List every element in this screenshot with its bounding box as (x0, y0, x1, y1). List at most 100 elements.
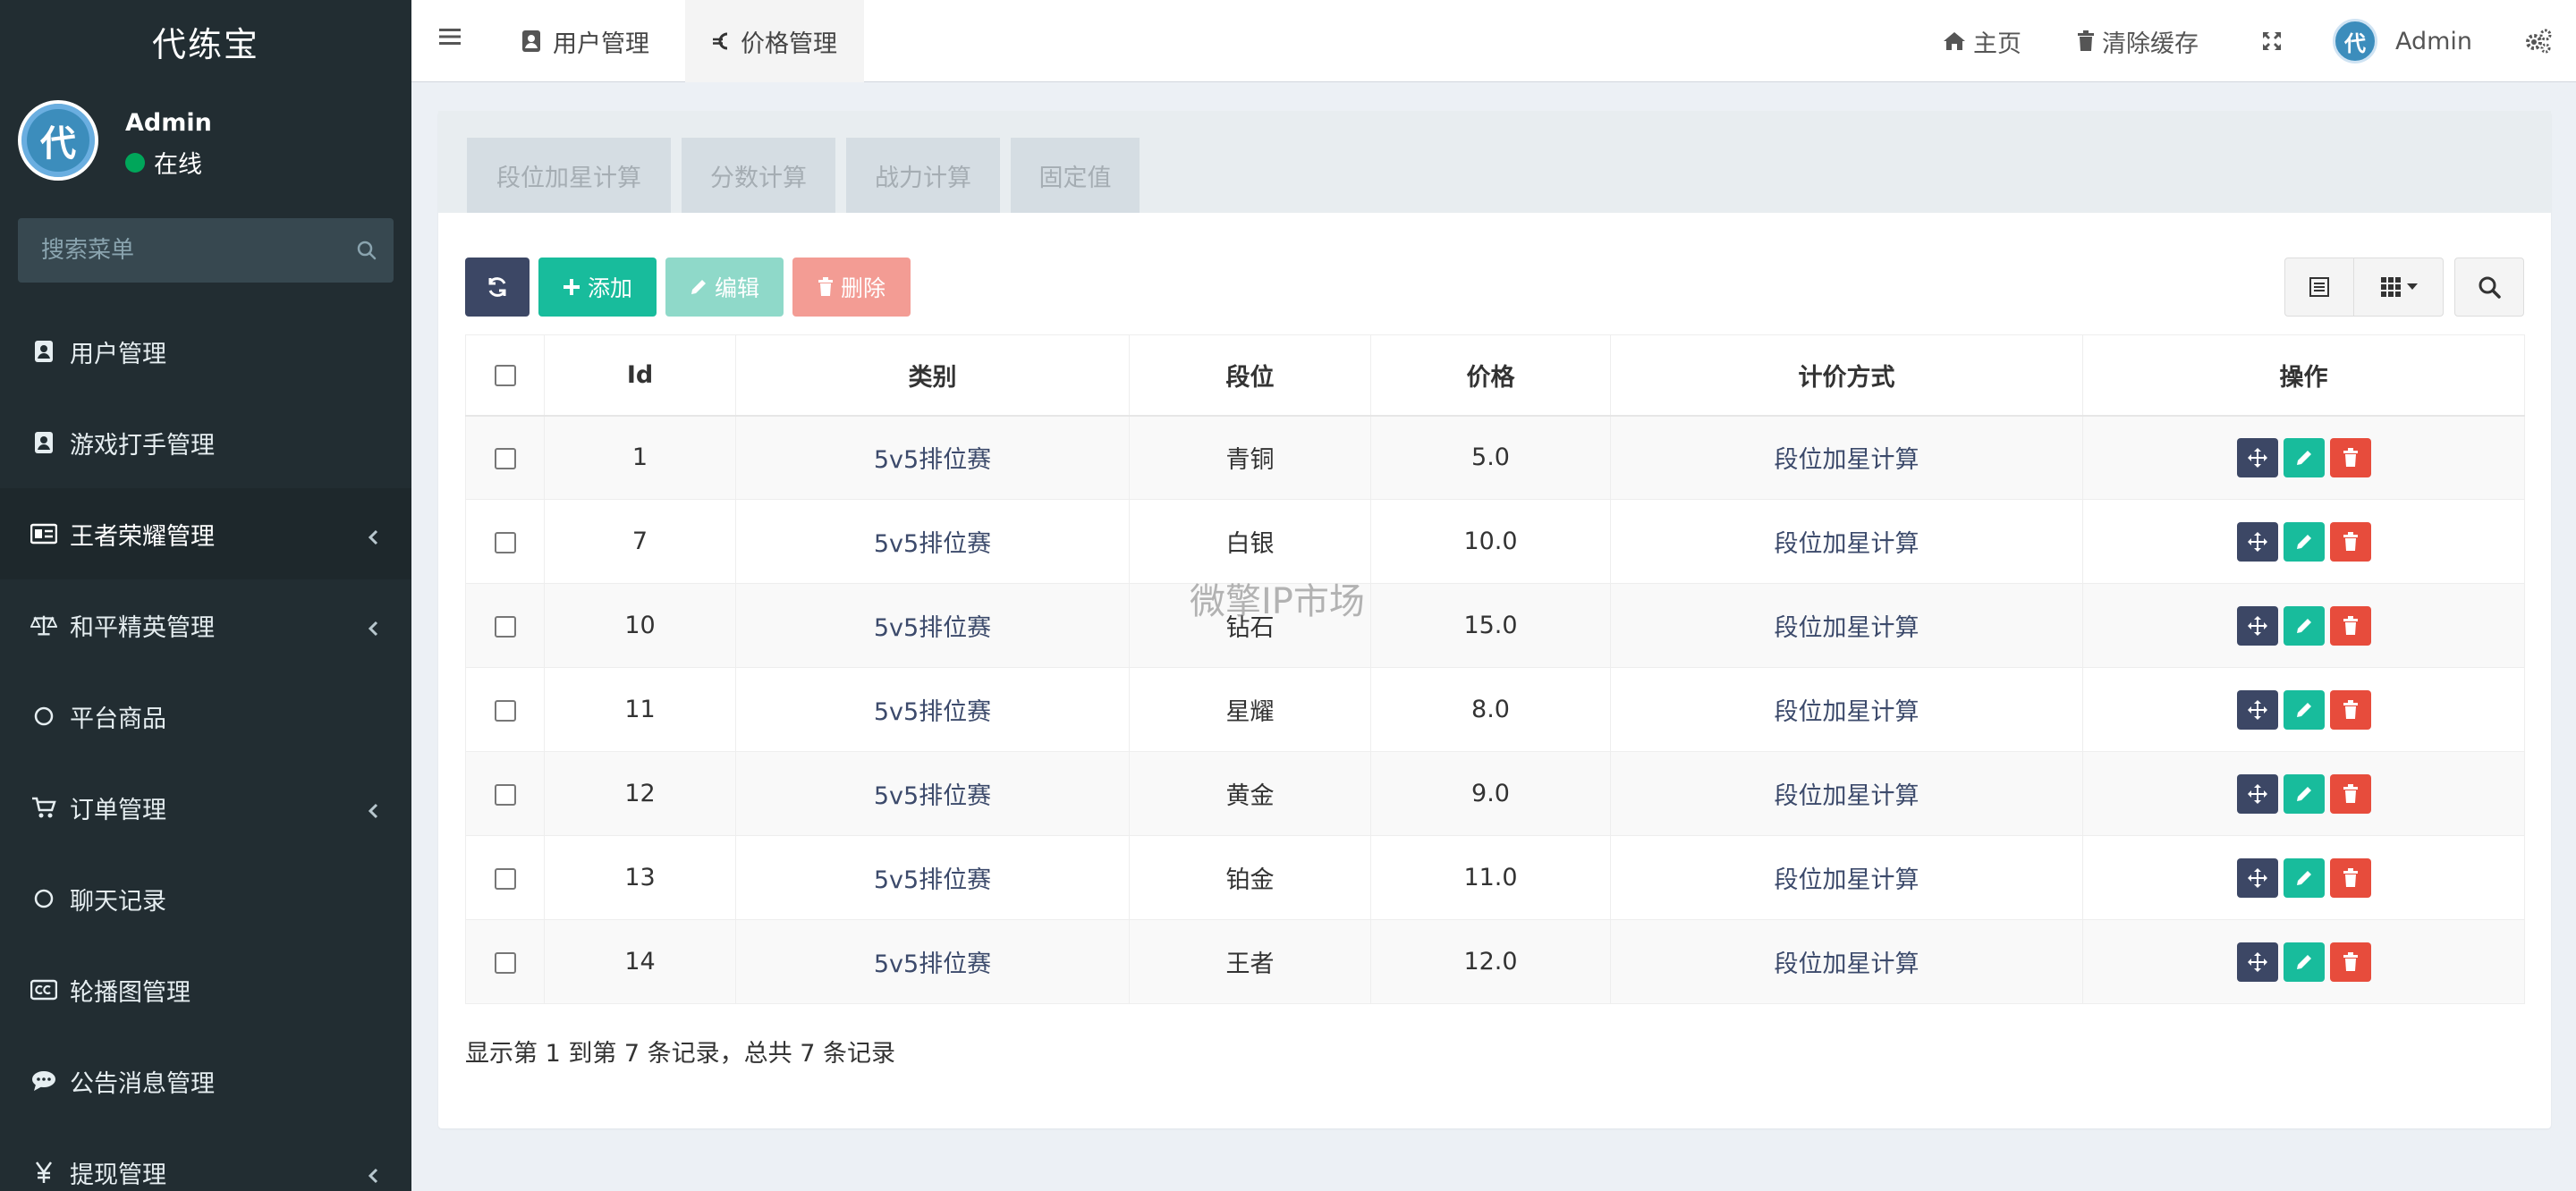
cell-category[interactable]: 5v5排位赛 (735, 499, 1130, 584)
home-link[interactable]: 主页 (1943, 0, 2021, 82)
column-header-category[interactable]: 类别 (735, 334, 1130, 417)
row-checkbox[interactable] (494, 447, 516, 469)
cell-category[interactable]: 5v5排位赛 (735, 751, 1130, 836)
tab-user-management[interactable]: 用户管理 (521, 0, 664, 82)
drag-row-button[interactable] (2236, 773, 2278, 814)
table-row[interactable]: 14 5v5排位赛 王者 12.0 段位加星计算 (465, 919, 2525, 1004)
sidebar-item-honor-of-kings[interactable]: 王者荣耀管理 (0, 488, 411, 579)
cell-category[interactable]: 5v5排位赛 (735, 667, 1130, 752)
drag-row-button[interactable] (2236, 689, 2278, 730)
delete-row-button[interactable] (2329, 521, 2371, 562)
edit-row-button[interactable] (2283, 605, 2325, 646)
row-checkbox[interactable] (494, 699, 516, 722)
column-header-method[interactable]: 计价方式 (1610, 334, 2083, 417)
cell-price: 12.0 (1370, 919, 1611, 1004)
sidebar-item-gamer-management[interactable]: 游戏打手管理 (0, 397, 411, 488)
drag-row-button[interactable] (2236, 942, 2278, 982)
sidebar-item-withdraw-management[interactable]: 提现管理 (0, 1127, 411, 1191)
add-button[interactable]: 添加 (538, 258, 657, 317)
table-row[interactable]: 1 5v5排位赛 青铜 5.0 段位加星计算 (465, 415, 2525, 500)
settings-button[interactable] (2524, 0, 2553, 82)
cell-method[interactable]: 段位加星计算 (1610, 919, 2083, 1004)
drag-row-button[interactable] (2236, 605, 2278, 646)
sidebar-menu: 用户管理 游戏打手管理 王者荣耀管理 和平精英管理 平台商品 订单管理 聊天记录… (0, 306, 411, 1191)
cell-method[interactable]: 段位加星计算 (1610, 415, 2083, 500)
row-checkbox[interactable] (494, 951, 516, 974)
edit-row-button[interactable] (2283, 942, 2325, 982)
table-row[interactable]: 11 5v5排位赛 星耀 8.0 段位加星计算 (465, 667, 2525, 752)
sidebar-item-user-management[interactable]: 用户管理 (0, 306, 411, 397)
cell-id: 13 (544, 835, 736, 920)
cell-method[interactable]: 段位加星计算 (1610, 835, 2083, 920)
table-row[interactable]: 13 5v5排位赛 铂金 11.0 段位加星计算 (465, 835, 2525, 920)
tab-score[interactable]: 分数计算 (682, 138, 835, 213)
delete-row-button[interactable] (2329, 857, 2371, 898)
delete-button[interactable]: 删除 (792, 258, 911, 317)
home-icon (1943, 31, 1966, 51)
row-checkbox[interactable] (494, 867, 516, 890)
search-icon[interactable] (340, 240, 394, 261)
cell-category[interactable]: 5v5排位赛 (735, 583, 1130, 668)
cell-category[interactable]: 5v5排位赛 (735, 835, 1130, 920)
cell-method[interactable]: 段位加星计算 (1610, 667, 2083, 752)
drag-row-button[interactable] (2236, 521, 2278, 562)
delete-row-button[interactable] (2329, 773, 2371, 814)
edit-row-button[interactable] (2283, 689, 2325, 730)
columns-dropdown-button[interactable] (2354, 258, 2444, 317)
column-header-rank[interactable]: 段位 (1129, 334, 1371, 417)
edit-row-button[interactable] (2283, 773, 2325, 814)
table-search-button[interactable] (2454, 258, 2524, 317)
cell-method[interactable]: 段位加星计算 (1610, 751, 2083, 836)
clear-cache-button[interactable]: 清除缓存 (2077, 0, 2199, 82)
delete-row-button[interactable] (2329, 689, 2371, 730)
tab-price-management[interactable]: 价格管理 (685, 0, 864, 82)
cell-method[interactable]: 段位加星计算 (1610, 499, 2083, 584)
tab-power[interactable]: 战力计算 (846, 138, 1000, 213)
sidebar-item-carousel-management[interactable]: 轮播图管理 (0, 944, 411, 1035)
select-all-checkbox[interactable] (494, 365, 516, 387)
sidebar-item-order-management[interactable]: 订单管理 (0, 762, 411, 853)
menu-search-input[interactable] (18, 236, 340, 265)
id-card-icon (30, 520, 57, 547)
cell-id: 7 (544, 499, 736, 584)
cell-category[interactable]: 5v5排位赛 (735, 919, 1130, 1004)
table-row[interactable]: 12 5v5排位赛 黄金 9.0 段位加星计算 (465, 751, 2525, 836)
sidebar-item-platform-goods[interactable]: 平台商品 (0, 671, 411, 762)
arrows-move-icon (2247, 615, 2267, 636)
drag-row-button[interactable] (2236, 857, 2278, 898)
column-header-id[interactable]: Id (544, 334, 736, 417)
column-header-price[interactable]: 价格 (1370, 334, 1611, 417)
sidebar-item-notice-management[interactable]: 公告消息管理 (0, 1035, 411, 1127)
delete-row-button[interactable] (2329, 942, 2371, 982)
trash-icon (2343, 867, 2358, 887)
toggle-view-button[interactable] (2284, 258, 2354, 317)
row-checkbox[interactable] (494, 531, 516, 553)
delete-row-button[interactable] (2329, 605, 2371, 646)
tab-fixed-value[interactable]: 固定值 (1011, 138, 1140, 213)
edit-button[interactable]: 编辑 (665, 258, 784, 317)
delete-row-button[interactable] (2329, 437, 2371, 477)
edit-label: 编辑 (714, 275, 759, 301)
plus-icon (563, 278, 580, 296)
cell-method[interactable]: 段位加星计算 (1610, 583, 2083, 668)
fullscreen-button[interactable] (2261, 0, 2283, 82)
edit-row-button[interactable] (2283, 857, 2325, 898)
row-select-cell (465, 835, 545, 920)
drag-row-button[interactable] (2236, 437, 2278, 477)
row-checkbox[interactable] (494, 615, 516, 638)
edit-row-button[interactable] (2283, 437, 2325, 477)
user-menu[interactable]: 代 Admin (2333, 0, 2472, 82)
arrows-move-icon (2247, 951, 2267, 972)
tab-rank-star[interactable]: 段位加星计算 (467, 138, 671, 213)
sidebar-item-peace-elite[interactable]: 和平精英管理 (0, 579, 411, 671)
row-checkbox[interactable] (494, 783, 516, 806)
edit-row-button[interactable] (2283, 521, 2325, 562)
sidebar-item-chat-records[interactable]: 聊天记录 (0, 853, 411, 944)
table-row[interactable]: 7 5v5排位赛 白银 10.0 段位加星计算 (465, 499, 2525, 584)
app-logo[interactable]: 代练宝 (0, 0, 411, 82)
hamburger-menu-icon[interactable] (438, 25, 469, 55)
table-row[interactable]: 10 5v5排位赛 钻石 15.0 段位加星计算 (465, 583, 2525, 668)
cell-category[interactable]: 5v5排位赛 (735, 415, 1130, 500)
tab-label: 价格管理 (741, 30, 837, 58)
refresh-button[interactable] (465, 258, 530, 317)
